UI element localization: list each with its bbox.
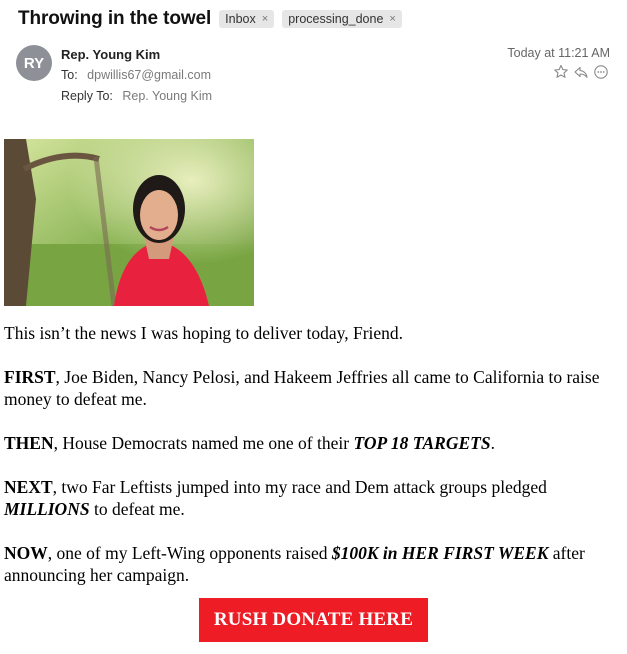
body-lead: NEXT — [4, 477, 53, 497]
reply-icon[interactable] — [573, 64, 589, 80]
email-header-subject-row: Throwing in the towel Inbox × processing… — [18, 8, 402, 30]
body-paragraph: FIRST, Joe Biden, Nancy Pelosi, and Hake… — [4, 366, 619, 410]
sender-name[interactable]: Rep. Young Kim — [61, 47, 160, 62]
donate-button[interactable]: RUSH DONATE HERE — [199, 598, 428, 642]
tag-remove-icon[interactable]: × — [262, 13, 268, 25]
tag-label: processing_done — [288, 12, 384, 26]
to-row: To: dpwillis67@gmail.com — [61, 68, 211, 82]
body-paragraph: This isn’t the news I was hoping to deli… — [4, 322, 619, 344]
body-text: , one of my Left-Wing opponents raised — [47, 543, 332, 563]
reply-to-address[interactable]: Rep. Young Kim — [122, 89, 212, 103]
email-timestamp: Today at 11:21 AM — [507, 46, 610, 60]
body-text: , House Democrats named me one of their — [53, 433, 354, 453]
reply-to-label: Reply To: — [61, 89, 113, 103]
sender-avatar: RY — [16, 45, 52, 81]
tag-processing-done[interactable]: processing_done × — [282, 10, 402, 28]
body-paragraph: THEN, House Democrats named me one of th… — [4, 432, 619, 454]
body-paragraph: NEXT, two Far Leftists jumped into my ra… — [4, 476, 619, 520]
body-emphasis: TOP 18 TARGETS — [353, 433, 491, 453]
to-address[interactable]: dpwillis67@gmail.com — [87, 68, 211, 82]
reply-to-row: Reply To: Rep. Young Kim — [61, 89, 212, 103]
email-actions — [553, 64, 609, 80]
body-text: . — [490, 433, 495, 453]
body-lead: FIRST — [4, 367, 56, 387]
body-emphasis: MILLIONS — [4, 499, 90, 519]
to-label: To: — [61, 68, 78, 82]
star-icon[interactable] — [553, 64, 569, 80]
body-text: to defeat me. — [89, 499, 185, 519]
tag-inbox[interactable]: Inbox × — [219, 10, 275, 28]
body-text: , two Far Leftists jumped into my race a… — [52, 477, 547, 497]
donate-button-container: RUSH DONATE HERE — [199, 598, 428, 642]
email-subject: Throwing in the towel — [18, 8, 212, 29]
body-text: This isn’t the news I was hoping to deli… — [4, 323, 404, 343]
tag-label: Inbox — [225, 12, 256, 26]
body-lead: NOW — [4, 543, 48, 563]
body-emphasis: $100K in HER FIRST WEEK — [331, 543, 549, 563]
body-lead: THEN — [4, 433, 54, 453]
more-icon[interactable] — [593, 64, 609, 80]
body-text: , Joe Biden, Nancy Pelosi, and Hakeem Je… — [4, 367, 600, 409]
email-body: This isn’t the news I was hoping to deli… — [4, 322, 619, 586]
tag-remove-icon[interactable]: × — [389, 13, 395, 25]
candidate-photo — [4, 139, 254, 306]
body-paragraph: NOW, one of my Left-Wing opponents raise… — [4, 542, 619, 586]
